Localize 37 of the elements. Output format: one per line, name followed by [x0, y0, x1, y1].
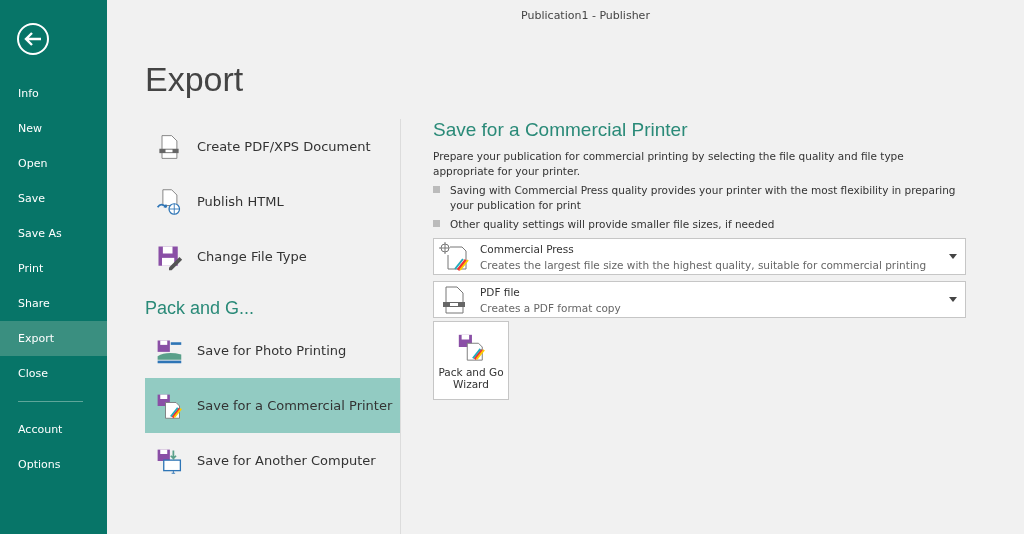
dropdown-description: Creates the largest file size with the highest quality, suitable for commercial printing [480, 258, 928, 271]
section-heading: Pack and G... [145, 298, 256, 319]
printer-marks-icon [438, 240, 470, 273]
sidebar-item[interactable]: Close [0, 356, 107, 391]
window-title: Publication1 - Publisher [521, 8, 650, 22]
sidebar-item[interactable]: New [0, 111, 107, 146]
sidebar-item[interactable]: Export [0, 321, 107, 356]
caret-icon [949, 254, 957, 259]
export-option[interactable]: Save for a Commercial Printer [145, 378, 400, 433]
dropdown[interactable]: Commercial Press Creates the largest file size with the highest quality, suitable for commercial printing [433, 238, 966, 275]
sidebar-item[interactable]: Save [0, 181, 107, 216]
sidebar-item[interactable]: Save As [0, 216, 107, 251]
dropdown-description: Creates a PDF format copy [480, 301, 622, 314]
page-title: Export [145, 60, 245, 99]
bullet-icon [433, 220, 440, 227]
caret-icon [949, 297, 957, 302]
sidebar-item[interactable]: Options [0, 447, 107, 482]
panel-title: Save for a Commercial Printer [433, 119, 689, 141]
document-globe-icon [155, 187, 183, 216]
bullet-icon [433, 186, 440, 193]
bullet-text: Other quality settings will provide smaller file sizes, if needed [450, 217, 775, 232]
export-option[interactable]: Change File Type [145, 229, 400, 284]
dropdown[interactable]: PDF file Creates a PDF format copy [433, 281, 966, 318]
bullet-text: Saving with Commercial Press quality provides your printer with the most flexibility in preparing your publication for print [450, 183, 957, 213]
sidebar-item[interactable]: Open [0, 146, 107, 181]
sidebar-item[interactable]: Account [0, 412, 107, 447]
export-option[interactable]: Publish HTML [145, 174, 400, 229]
export-option[interactable]: Create PDF/XPS Document [145, 119, 400, 174]
export-option[interactable]: Save for Photo Printing [145, 323, 400, 378]
dropdown-title: Commercial Press [480, 242, 575, 255]
pack-and-go-wizard-button[interactable]: Pack and Go Wizard [433, 321, 509, 400]
description: Prepare your publication for commercial printing by selecting the file quality and file type appropriate for your printer. [433, 149, 905, 179]
sidebar-item[interactable]: Print [0, 251, 107, 286]
dropdown-title: PDF file [480, 285, 521, 298]
sidebar-item[interactable]: Info [0, 76, 107, 111]
sidebar-item[interactable]: Share [0, 286, 107, 321]
export-option[interactable]: Save for Another Computer [145, 433, 400, 488]
